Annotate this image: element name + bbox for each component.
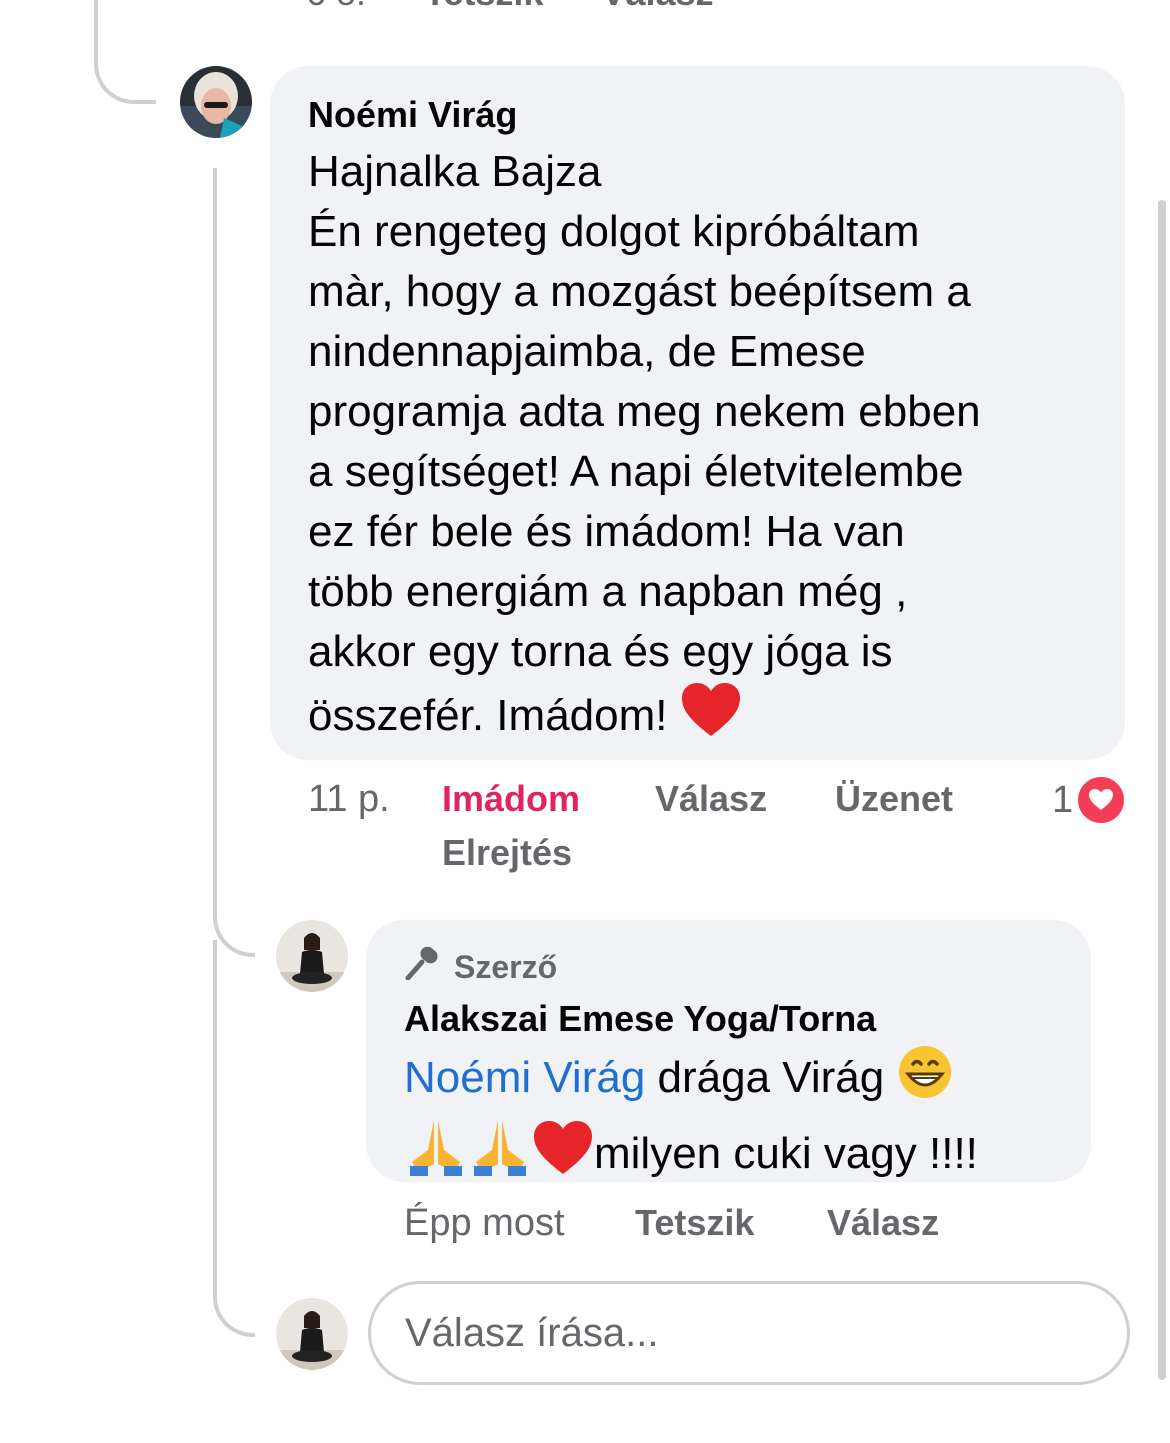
folded-hands-icon	[404, 1116, 468, 1192]
hide-button[interactable]: Elrejtés	[442, 832, 572, 874]
comment-text: milyen cuki vagy !!!!	[594, 1129, 978, 1178]
comment-line: a segítséget! A napi életvitelembe	[308, 447, 964, 496]
comment-line: akkor egy torna és egy jóga is	[308, 627, 893, 676]
previous-reply-button[interactable]: Válasz	[601, 0, 713, 14]
comment-line: milyen cuki vagy !!!!	[404, 1116, 1084, 1192]
comment-time: 11 p.	[308, 778, 390, 820]
author-badge: Szerző	[404, 946, 557, 988]
comment-body: Noémi Virág drága Virág milyen cuki vagy…	[404, 1044, 1084, 1192]
comment-line: Én rengeteg dolgot kipróbáltam	[308, 207, 920, 256]
love-reaction-button[interactable]: Imádom	[442, 778, 580, 820]
comment-line-last: összefér. Imádom!	[308, 682, 1118, 754]
microphone-icon	[404, 946, 442, 988]
love-reaction-icon	[1075, 774, 1128, 826]
comment-bubble-emese: Szerző Alakszai Emese Yoga/Torna Noémi V…	[366, 920, 1091, 1182]
folded-hands-icon	[468, 1116, 532, 1192]
reply-input[interactable]: Válasz írása...	[368, 1281, 1130, 1385]
previous-time: 6 ó.	[306, 0, 366, 14]
scrollbar[interactable]	[1158, 200, 1166, 1380]
thread-line-top	[94, 0, 156, 104]
comment-line: màr, hogy a mozgást beépítsem a	[308, 267, 971, 316]
avatar-emese[interactable]	[276, 920, 348, 992]
author-badge-label: Szerző	[454, 948, 558, 985]
red-heart-icon	[680, 682, 742, 754]
comment-line: összefér. Imádom!	[308, 691, 668, 740]
reaction-summary[interactable]: 1	[1052, 774, 1128, 826]
comment-bubble-noemi: Noémi Virág Hajnalka Bajza Én rengeteg d…	[270, 66, 1125, 760]
message-button[interactable]: Üzenet	[835, 778, 953, 820]
comment-body: Én rengeteg dolgot kipróbáltam màr, hogy…	[308, 202, 1118, 754]
avatar-noemi[interactable]	[180, 66, 252, 138]
reply-input-placeholder: Válasz írása...	[405, 1310, 659, 1355]
like-button[interactable]: Tetszik	[635, 1202, 754, 1244]
thread-line-input	[213, 940, 255, 1337]
comment-text: drága Virág	[645, 1053, 897, 1102]
reaction-count: 1	[1052, 778, 1074, 821]
mention-link[interactable]: Noémi Virág	[404, 1053, 645, 1102]
thread-line-reply	[213, 168, 255, 957]
comment-line: Noémi Virág drága Virág	[404, 1044, 1084, 1116]
comment-line: programja adta meg nekem ebben	[308, 387, 981, 436]
reply-button[interactable]: Válasz	[827, 1202, 939, 1244]
comment-author[interactable]: Alakszai Emese Yoga/Torna	[404, 998, 876, 1040]
grinning-face-icon	[896, 1044, 954, 1116]
reply-button[interactable]: Válasz	[655, 778, 767, 820]
comment-line: nindennapjaimba, de Emese	[308, 327, 866, 376]
previous-like-button[interactable]: Tetszik	[424, 0, 543, 14]
comment-time: Épp most	[404, 1202, 565, 1244]
comment-line: több energiám a napban még ,	[308, 567, 908, 616]
mention-link[interactable]: Hajnalka Bajza	[308, 142, 602, 202]
previous-comment-actions: 6 ó. Tetszik Válasz	[306, 0, 762, 14]
comment-author[interactable]: Noémi Virág	[308, 94, 517, 136]
red-heart-icon	[532, 1120, 594, 1192]
current-user-avatar	[276, 1298, 348, 1370]
comment-line: ez fér bele és imádom! Ha van	[308, 507, 905, 556]
